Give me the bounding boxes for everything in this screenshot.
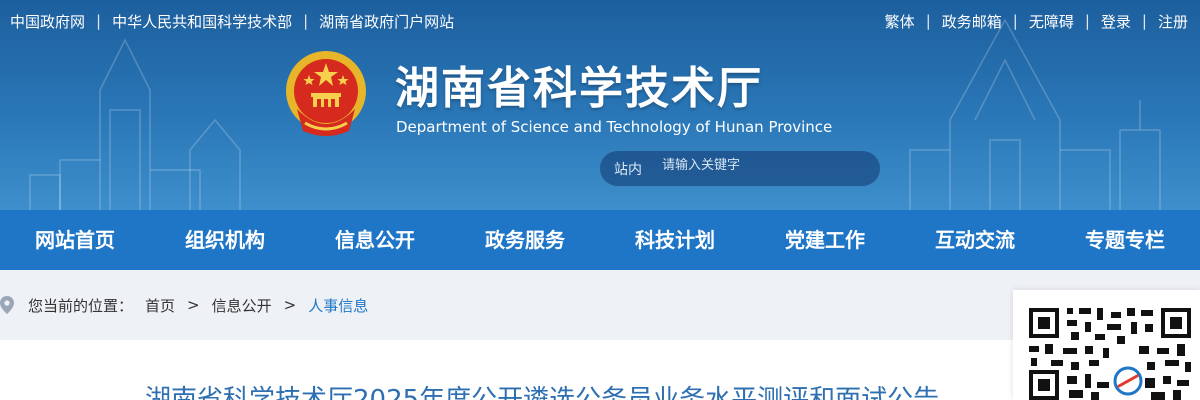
link-register[interactable]: 注册: [1158, 11, 1188, 32]
search-input[interactable]: [662, 153, 862, 177]
divider: |: [925, 12, 931, 30]
search-scope[interactable]: 站内: [614, 159, 642, 179]
breadcrumb-disclosure[interactable]: 信息公开: [212, 295, 272, 316]
main-nav: 网站首页 组织机构 信息公开 政务服务 科技计划 党建工作 互动交流 专题专栏: [0, 210, 1200, 270]
breadcrumb-prefix: 您当前的位置：: [28, 296, 134, 315]
nav-item-party[interactable]: 党建工作: [750, 210, 900, 270]
nav-item-home[interactable]: 网站首页: [0, 210, 150, 270]
nav-item-interaction[interactable]: 互动交流: [900, 210, 1050, 270]
qr-panel: [1013, 290, 1200, 400]
breadcrumb-separator: >: [283, 296, 297, 314]
article-title: 湖南省科学技术厅2025年度公开遴选公务员业务水平测评和面试公告: [145, 385, 940, 400]
divider: |: [1012, 12, 1018, 30]
nav-item-topics[interactable]: 专题专栏: [1050, 210, 1200, 270]
link-hunan-portal[interactable]: 湖南省政府门户网站: [319, 11, 454, 32]
site-title: 湖南省科学技术厅: [395, 63, 763, 114]
nav-item-programs[interactable]: 科技计划: [600, 210, 750, 270]
top-links-right: 繁体 | 政务邮箱 | 无障碍 | 登录 | 注册: [885, 11, 1188, 32]
qr-code-icon[interactable]: [1027, 302, 1193, 400]
link-mailbox[interactable]: 政务邮箱: [942, 11, 1002, 32]
link-traditional[interactable]: 繁体: [885, 11, 915, 32]
breadcrumb-current[interactable]: 人事信息: [308, 295, 368, 316]
link-gov-portal[interactable]: 中国政府网: [10, 11, 85, 32]
site-subtitle: Department of Science and Technology of …: [396, 118, 833, 136]
top-links-bar: 中国政府网 | 中华人民共和国科学技术部 | 湖南省政府门户网站 繁体 | 政务…: [10, 10, 1188, 32]
breadcrumb-home[interactable]: 首页: [145, 295, 175, 316]
nav-item-services[interactable]: 政务服务: [450, 210, 600, 270]
search-box: 站内: [600, 151, 880, 186]
nav-item-disclosure[interactable]: 信息公开: [300, 210, 450, 270]
link-accessibility[interactable]: 无障碍: [1029, 11, 1074, 32]
national-emblem-icon: [286, 51, 366, 136]
nav-item-organization[interactable]: 组织机构: [150, 210, 300, 270]
site-header: 中国政府网 | 中华人民共和国科学技术部 | 湖南省政府门户网站 繁体 | 政务…: [0, 0, 1200, 210]
divider: |: [96, 12, 102, 30]
link-most[interactable]: 中华人民共和国科学技术部: [112, 11, 292, 32]
divider: |: [303, 12, 309, 30]
location-pin-icon: [0, 296, 14, 314]
divider: |: [1141, 12, 1147, 30]
divider: |: [1084, 12, 1090, 30]
top-links-left: 中国政府网 | 中华人民共和国科学技术部 | 湖南省政府门户网站: [10, 11, 454, 32]
breadcrumb-separator: >: [187, 296, 200, 314]
link-login[interactable]: 登录: [1101, 11, 1131, 32]
